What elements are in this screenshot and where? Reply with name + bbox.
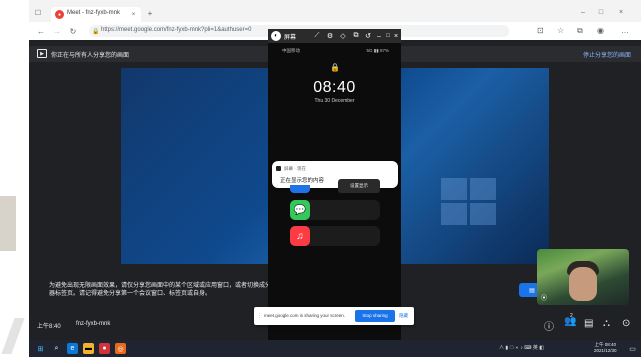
lock-date: Thu 30 December (314, 98, 355, 104)
info-icon[interactable]: ⓘ (544, 318, 554, 333)
desktop-shape (0, 196, 16, 251)
screenshot-icon[interactable]: ⧉ (351, 31, 361, 41)
more-menu-icon[interactable]: … (621, 26, 629, 35)
app-logo-icon: ◐ (271, 31, 281, 41)
close-tab-icon[interactable]: × (129, 10, 138, 19)
meeting-time: 上午8:40 (37, 324, 61, 330)
present-icon: ▶ (37, 49, 47, 58)
collections-icon[interactable]: ⧉ (577, 26, 583, 36)
phone-titlebar: ◐ 屏幕 ⟋ ⚙ ◇ ⧉ ↺ – □ × (268, 29, 401, 43)
app-icon-blue[interactable] (290, 185, 310, 193)
recording-icon: ● (55, 10, 64, 19)
carrier-name: 中国移动 (282, 48, 300, 53)
host-controls-icon[interactable]: ⊙ (622, 318, 630, 329)
avatar (569, 267, 597, 301)
app-icon[interactable]: ● (99, 343, 110, 354)
refresh-icon[interactable]: ↺ (363, 31, 373, 41)
stop-sharing-label: Stop sharing (362, 313, 388, 318)
music-icon: ♫ (290, 226, 310, 246)
notification-body: 正在显示您的内容 (280, 178, 325, 184)
minimize-icon[interactable]: – (577, 6, 589, 18)
participant-count: 2 (570, 313, 573, 319)
notification-app-icon (276, 166, 281, 171)
maximize-icon[interactable]: □ (595, 6, 607, 18)
drag-handle-icon[interactable]: ⋮ (257, 313, 262, 319)
window-menu-icon[interactable]: ☐ (33, 8, 43, 18)
favorite-icon[interactable]: ☆ (557, 26, 564, 35)
list-item[interactable]: ♫ (290, 226, 380, 246)
stop-presenting-link[interactable]: 停止分享您的画面 (583, 50, 631, 59)
forward-icon[interactable]: → (51, 25, 63, 37)
phone-window-title: 屏幕 (284, 35, 297, 41)
tab-title: Meet - fnz-fyxb-mnk (67, 10, 121, 16)
reload-icon[interactable]: ↻ (67, 25, 79, 37)
display-settings-button[interactable]: 设置显示 (338, 179, 380, 193)
hide-button[interactable]: 隐藏 (399, 313, 408, 319)
activities-icon[interactable]: ⛬ (603, 318, 610, 329)
stop-sharing-button[interactable]: Stop sharing (355, 310, 395, 322)
list-item[interactable]: 💬 (290, 200, 380, 220)
mic-icon: ⦿ (541, 296, 548, 302)
desktop-shape (1, 318, 25, 354)
edge-icon[interactable]: e (67, 343, 78, 354)
system-tray-icons[interactable]: ∧ ▮ ☁ ◐ ♪ ⌨ 英 ◧ (499, 344, 544, 351)
windows-logo-icon (441, 178, 497, 226)
chat-icon[interactable]: ▤ (584, 318, 593, 329)
profile-icon[interactable]: ◉ (597, 26, 604, 35)
sharing-bar-text: meet.google.com is sharing your screen. (264, 313, 346, 318)
phone-mirror-window: ◐ 屏幕 ⟋ ⚙ ◇ ⧉ ↺ – □ × 中国移动 5G ▮▮ 87% 🔒 08… (268, 29, 401, 340)
self-video-tile[interactable]: ⦿ (537, 249, 629, 305)
search-icon[interactable]: ⌕ (51, 343, 62, 354)
tab-meet[interactable]: ● Meet - fnz-fyxb-mnk × (51, 7, 141, 22)
extension-icon[interactable]: ⊡ (537, 26, 544, 35)
maximize-icon[interactable]: □ (384, 31, 392, 41)
screen-sharing-bar: ⋮ meet.google.com is sharing your screen… (254, 307, 414, 325)
rotate-icon[interactable]: ◇ (338, 31, 348, 41)
infinite-mirror-note: 为避免出现无限画面效果，请仅分享您画面中的某个区域或应用窗口，或者切换成分享浏览… (49, 283, 290, 297)
settings-icon[interactable]: ⚙ (325, 31, 335, 41)
phone-mirror-app-icon[interactable]: ◎ (115, 343, 126, 354)
file-explorer-icon[interactable]: ▬ (83, 343, 94, 354)
tray-clock[interactable]: 上午 08:40 2021/12/30 (594, 342, 617, 354)
lock-icon: 🔒 (330, 63, 340, 72)
tab-strip: ☐ ● Meet - fnz-fyxb-mnk × + – □ × (29, 0, 641, 22)
pin-icon[interactable]: ⟋ (312, 31, 322, 41)
display-settings-label: 设置显示 (350, 183, 368, 188)
start-icon[interactable]: ⊞ (35, 343, 46, 354)
back-icon[interactable]: ← (35, 25, 47, 37)
status-bar-right: 5G ▮▮ 87% (366, 48, 389, 53)
close-window-icon[interactable]: × (615, 6, 627, 18)
message-icon: 💬 (290, 200, 310, 220)
notification-icon[interactable]: ▭ (627, 343, 638, 354)
minimize-icon[interactable]: – (374, 31, 384, 41)
close-icon[interactable]: × (392, 31, 400, 41)
meeting-code: fnz-fyxb-mnk (76, 321, 111, 327)
banner-text: 你正在与所有人分享您的画面 (51, 53, 130, 59)
windows-taskbar: ⊞ ⌕ e ▬ ● ◎ ∧ ▮ ☁ ◐ ♪ ⌨ 英 ◧ 上午 08:40 202… (29, 340, 641, 357)
phone-lock-screen[interactable]: 中国移动 5G ▮▮ 87% 🔒 08:40 Thu 30 December 屏… (268, 43, 401, 340)
lock-clock: 08:40 (313, 79, 356, 96)
lock-icon: 🔒 (92, 28, 100, 35)
url-text: https://meet.google.com/fnz-fyxb-mnk?pli… (101, 27, 252, 33)
notification-app: 屏幕 · 现在 (284, 166, 306, 171)
tray-date: 2021/12/30 (594, 348, 617, 353)
new-tab-icon[interactable]: + (145, 8, 155, 18)
